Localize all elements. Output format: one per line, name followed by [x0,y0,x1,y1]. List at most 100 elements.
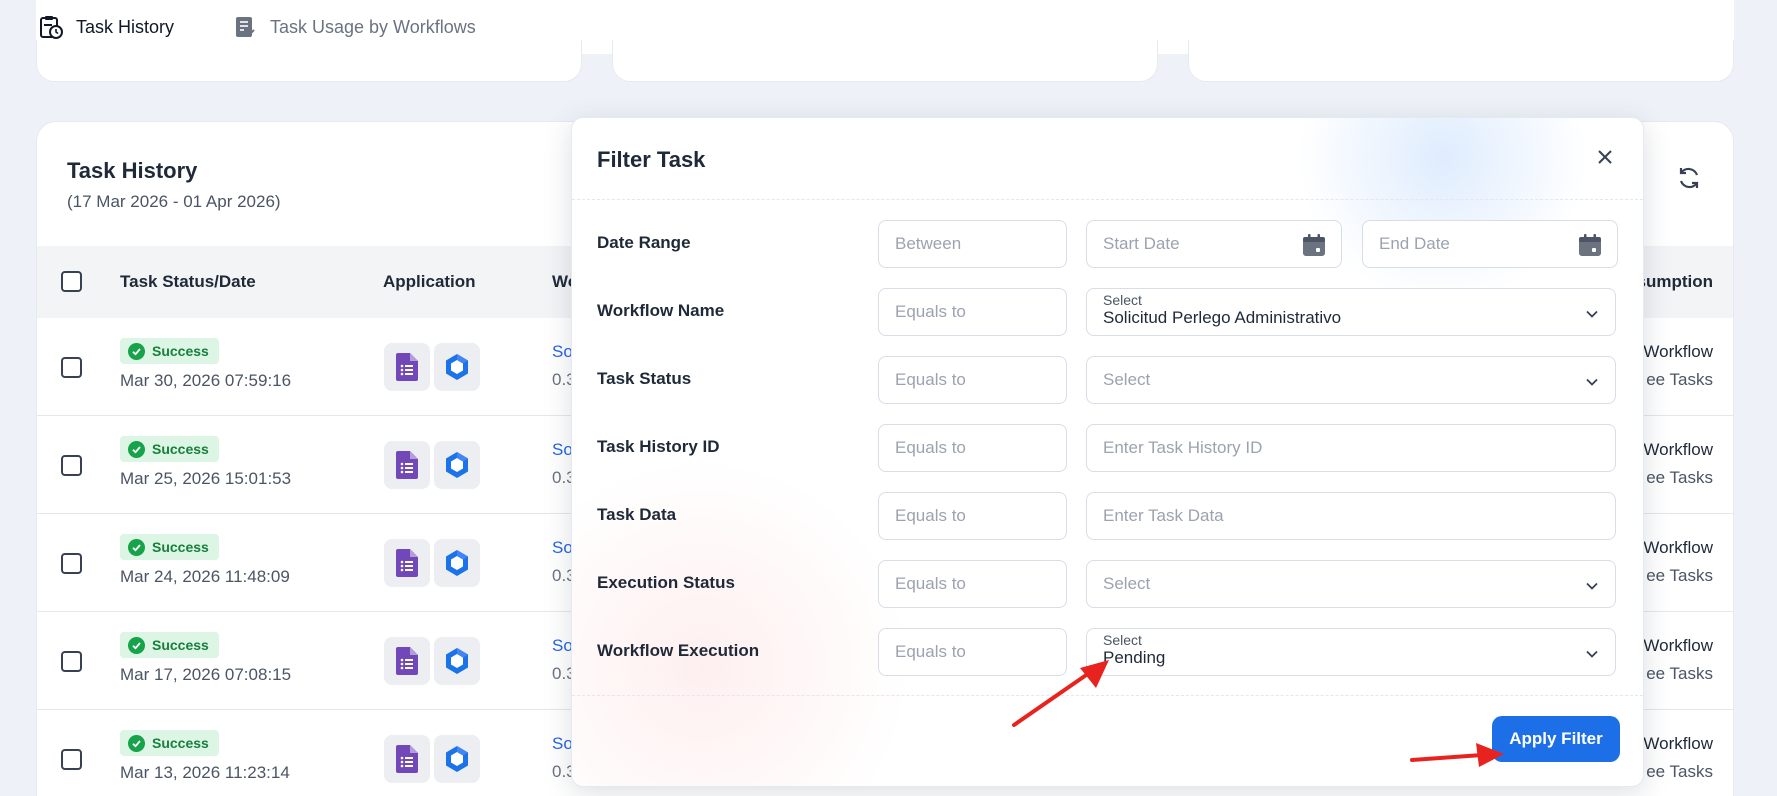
hexagon-app-icon [434,441,480,489]
workflow-name-select[interactable]: Select Solicitud Perlego Administrativo [1086,288,1616,336]
execution-status-placeholder: Select [1103,574,1151,593]
start-date-input[interactable]: Start Date [1086,220,1342,268]
task-date: Mar 25, 2026 15:01:53 [120,469,292,488]
hexagon-app-icon [434,343,480,391]
consumption-type: Workflow [1643,636,1713,655]
workflow-name-float-label: Select [1103,292,1142,308]
task-history-id-input[interactable]: Enter Task History ID [1086,424,1616,472]
status-badge-label: Success [152,343,209,359]
check-circle-icon [128,342,145,360]
checklist-icon [232,14,258,40]
workflow-name-operator-select[interactable]: Equals to [878,288,1067,336]
status-badge-label: Success [152,441,209,457]
google-forms-icon [384,539,430,587]
row-checkbox[interactable] [61,749,82,770]
row-checkbox[interactable] [61,553,82,574]
workflow-link[interactable]: So [552,538,573,558]
select-all-checkbox[interactable] [61,271,82,292]
check-circle-icon [128,734,145,752]
status-badge: Success [120,632,219,658]
annotation-arrow-icon [1012,660,1109,727]
task-status-label: Task Status [597,369,692,388]
chevron-down-icon [1585,306,1599,320]
consumption-type: Workflow [1643,440,1713,459]
task-status-operator-select[interactable]: Equals to [878,356,1067,404]
execution-status-select[interactable]: Select [1086,560,1616,608]
modal-title: Filter Task [597,147,706,172]
consumption-detail: ee Tasks [1646,762,1713,781]
annotation-arrow-icon [1410,743,1504,767]
close-icon[interactable] [1594,146,1616,168]
calendar-icon[interactable] [1577,232,1603,258]
column-header-status: Task Status/Date [120,272,256,291]
application-icons [384,441,480,489]
task-history-id-label: Task History ID [597,437,720,456]
panel-title: Task History [67,158,198,183]
task-history-id-operator-select[interactable]: Equals to [878,424,1067,472]
workflow-name-value: Solicitud Perlego Administrativo [1103,308,1342,327]
application-icons [384,343,480,391]
row-checkbox[interactable] [61,651,82,672]
task-data-operator-select[interactable]: Equals to [878,492,1067,540]
end-date-input[interactable]: End Date [1362,220,1618,268]
consumption-type: Workflow [1643,342,1713,361]
status-badge: Success [120,730,219,756]
panel-date-range: (17 Mar 2026 - 01 Apr 2026) [67,192,281,211]
refresh-icon[interactable] [1675,164,1703,192]
consumption-detail: ee Tasks [1646,468,1713,487]
check-circle-icon [128,538,145,556]
status-badge-label: Success [152,735,209,751]
check-circle-icon [128,636,145,654]
application-icons [384,539,480,587]
workflow-link[interactable]: So [552,734,573,754]
stat-card [36,40,582,82]
stat-card [1188,40,1734,82]
start-date-placeholder: Start Date [1103,234,1180,253]
column-header-consumption: sumption [1636,272,1714,291]
workflow-link[interactable]: So [552,342,573,362]
row-checkbox[interactable] [61,455,82,476]
consumption-detail: ee Tasks [1646,664,1713,683]
workflow-execution-label: Workflow Execution [597,641,760,660]
row-checkbox[interactable] [61,357,82,378]
modal-divider [572,199,1643,200]
google-forms-icon [384,637,430,685]
task-data-label: Task Data [597,505,677,524]
tab-task-usage-label: Task Usage by Workflows [270,16,476,37]
task-date: Mar 13, 2026 11:23:14 [120,763,290,782]
clipboard-clock-icon [38,14,64,40]
task-status-placeholder: Select [1103,370,1151,389]
check-circle-icon [128,440,145,458]
hexagon-app-icon [434,539,480,587]
hexagon-app-icon [434,735,480,783]
task-status-select[interactable]: Select [1086,356,1616,404]
workflow-link[interactable]: So [552,636,573,656]
application-icons [384,637,480,685]
status-badge-label: Success [152,637,209,653]
tab-task-history-label: Task History [76,16,175,37]
calendar-icon[interactable] [1301,232,1327,258]
workflow-link[interactable]: So [552,440,573,460]
task-date: Mar 30, 2026 07:59:16 [120,371,292,390]
status-badge: Success [120,338,219,364]
task-date: Mar 17, 2026 07:08:15 [120,665,292,684]
execution-status-operator-select[interactable]: Equals to [878,560,1067,608]
chevron-down-icon [1585,374,1599,388]
apply-filter-button[interactable]: Apply Filter [1492,716,1620,762]
chevron-down-icon [1585,646,1599,660]
date-range-label: Date Range [597,233,691,252]
task-data-input[interactable]: Enter Task Data [1086,492,1616,540]
consumption-detail: ee Tasks [1646,370,1713,389]
status-badge: Success [120,534,219,560]
status-badge: Success [120,436,219,462]
workflow-execution-select[interactable]: Select Pending [1086,628,1616,676]
consumption-type: Workflow [1643,538,1713,557]
status-badge-label: Success [152,539,209,555]
column-header-application: Application [383,272,476,291]
google-forms-icon [384,441,430,489]
application-icons [384,735,480,783]
consumption-detail: ee Tasks [1646,566,1713,585]
workflow-execution-float-label: Select [1103,632,1142,648]
date-range-operator-select[interactable]: Between [878,220,1067,268]
task-date: Mar 24, 2026 11:48:09 [120,567,290,586]
